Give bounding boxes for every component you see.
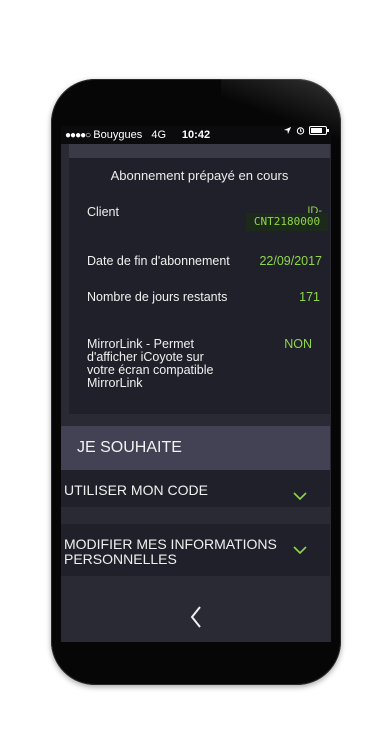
mirrorlink-value: NON [284,337,312,351]
chevron-down-icon [293,492,307,501]
days-left-value: 171 [299,290,320,304]
client-label: Client [87,205,119,219]
edit-info-label: MODIFIER MES INFORMATIONS PERSONNELLES [64,536,277,567]
battery-icon [309,126,329,135]
client-id-value: CNT2180000 [246,213,328,231]
back-chevron-icon[interactable] [188,604,204,630]
location-arrow-icon [283,126,292,135]
subscription-card: Abonnement prépayé en cours Client ID- C… [69,158,330,414]
use-code-option[interactable]: UTILISER MON CODE [61,470,330,507]
card-title: Abonnement prépayé en cours [110,168,289,183]
status-bar: ●●●●○ Bouygues 4G 10:42 [61,126,331,144]
wish-header: JE SOUHAITE [61,426,330,470]
use-code-label: UTILISER MON CODE [64,482,208,498]
header-strip [69,144,330,158]
end-date-label: Date de fin d'abonnement [87,254,230,268]
app-screen: ●●●●○ Bouygues 4G 10:42 Abonnement prépa… [61,126,331,642]
alarm-icon [296,127,305,135]
mirrorlink-label: MirrorLink - Permet d'afficher iCoyote s… [87,337,214,390]
edit-info-option[interactable]: MODIFIER MES INFORMATIONS PERSONNELLES [61,524,330,576]
chevron-down-icon [293,546,307,555]
days-left-label: Nombre de jours restants [87,290,228,304]
end-date-value: 22/09/2017 [259,254,322,268]
